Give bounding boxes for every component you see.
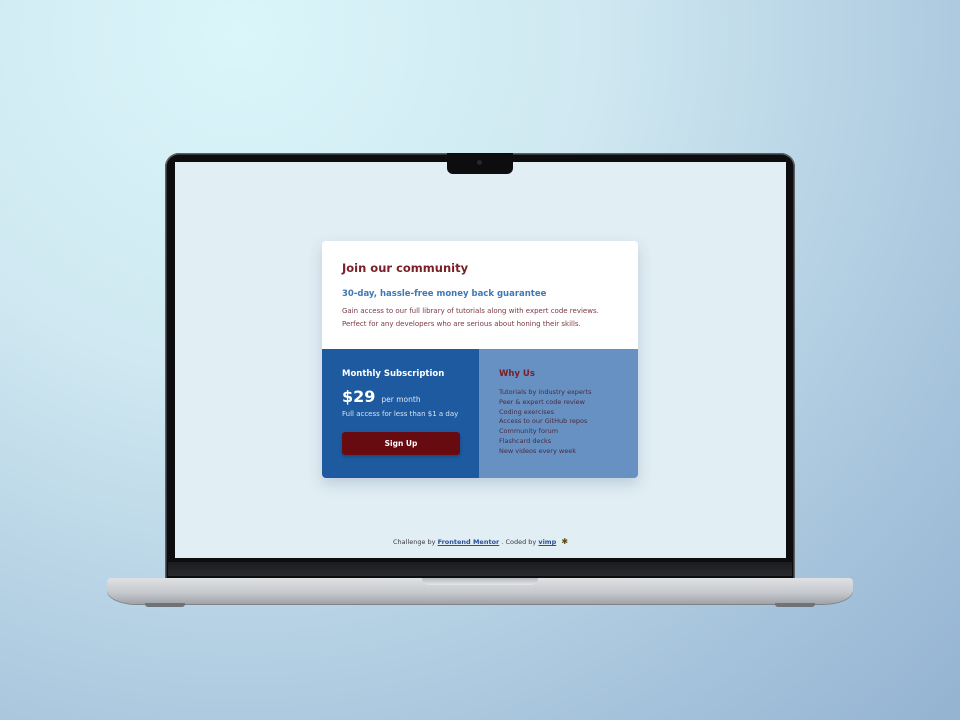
pricing-card: Join our community 30-day, hassle-free m… (322, 241, 638, 478)
subscription-panel: Monthly Subscription $29 per month Full … (322, 349, 479, 478)
price-row: $29 per month (342, 387, 460, 406)
author-link[interactable]: vimp (538, 538, 556, 546)
laptop-screen: Join our community 30-day, hassle-free m… (175, 162, 786, 558)
laptop-hinge (422, 578, 538, 585)
why-us-panel: Why Us Tutorials by industry experts Pee… (479, 349, 638, 478)
laptop-foot (145, 603, 185, 607)
card-description: Gain access to our full library of tutor… (342, 307, 599, 328)
card-title: Join our community (342, 261, 469, 275)
why-us-item: Tutorials by industry experts (499, 388, 592, 396)
price-period: per month (381, 395, 421, 404)
why-us-item: Coding exercises (499, 407, 554, 416)
sign-up-button[interactable]: Sign Up (342, 432, 460, 455)
why-us-title: Why Us (499, 369, 535, 379)
guarantee-text: 30-day, hassle-free money back guarantee (342, 289, 547, 299)
why-us-list: Tutorials by industry experts Peer & exp… (499, 388, 618, 457)
laptop-foot (775, 603, 815, 607)
bee-icon: ✱ (561, 537, 569, 546)
why-us-item: Flashcard decks (499, 436, 552, 445)
why-us-item: Community forum (499, 427, 559, 436)
attribution-challenge-text: Challenge by (392, 538, 436, 546)
attribution: Challenge by Frontend Mentor . Coded by … (175, 537, 786, 546)
camera-icon (477, 160, 482, 165)
price-note: Full access for less than $1 a day (342, 410, 459, 418)
attribution-coded-text: . Coded by (501, 538, 537, 546)
card-bottom: Monthly Subscription $29 per month Full … (322, 349, 638, 478)
frontend-mentor-link[interactable]: Frontend Mentor (438, 538, 500, 546)
why-us-item: Access to our GitHub repos (499, 417, 588, 426)
why-us-item: Peer & expert code review (499, 397, 585, 406)
card-header: Join our community 30-day, hassle-free m… (322, 241, 638, 349)
price: $29 (342, 387, 376, 406)
why-us-item: New videos every week (499, 446, 576, 455)
subscription-title: Monthly Subscription (342, 369, 445, 379)
laptop-chin (168, 562, 792, 576)
